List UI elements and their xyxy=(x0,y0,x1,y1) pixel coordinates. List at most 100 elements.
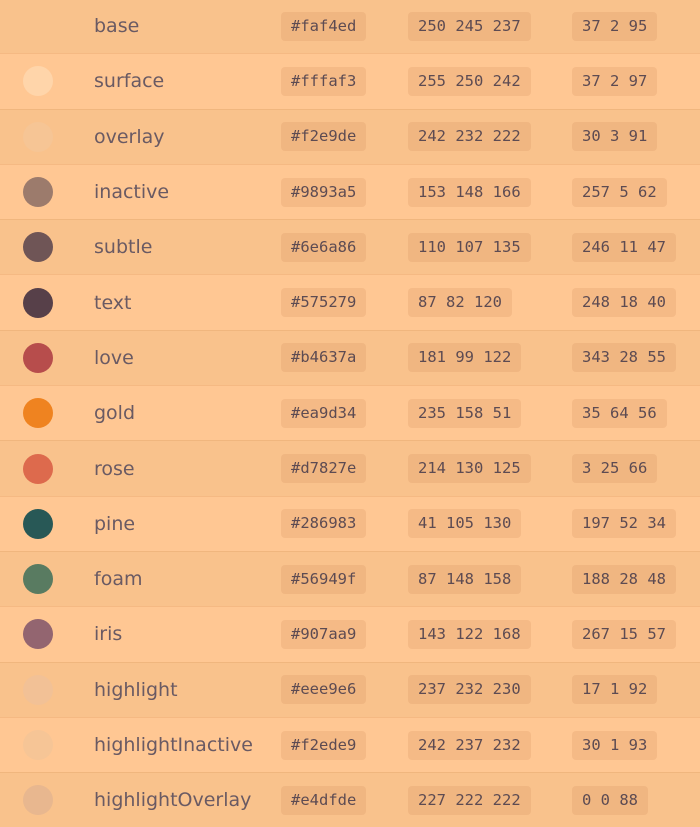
color-name: text xyxy=(94,291,132,314)
rgb-code: 87 82 120 xyxy=(408,288,512,318)
rgb-code: 110 107 135 xyxy=(408,232,531,262)
hsl-code: 246 11 47 xyxy=(572,232,676,262)
rgb-code: 227 222 222 xyxy=(408,785,531,815)
color-name: inactive xyxy=(94,181,170,204)
swatch-cell xyxy=(1,165,73,219)
swatch-cell xyxy=(1,275,73,329)
swatch-cell xyxy=(1,220,73,274)
rgb-code: 181 99 122 xyxy=(408,343,522,373)
hex-code: #6e6a86 xyxy=(281,232,367,262)
swatch-cell xyxy=(1,386,73,440)
color-swatch xyxy=(23,232,53,263)
swatch-cell xyxy=(1,663,73,717)
hsl-code: 30 1 93 xyxy=(572,730,658,760)
hex-code: #286983 xyxy=(281,509,367,539)
table-row: highlight #eee9e6 237 232 230 17 1 92 xyxy=(0,661,700,717)
table-row: rose #d7827e 214 130 125 3 25 66 xyxy=(0,440,700,496)
color-name: pine xyxy=(94,512,136,535)
color-swatch xyxy=(23,66,53,97)
swatch-cell xyxy=(1,441,73,495)
hsl-code: 0 0 88 xyxy=(572,785,648,815)
hsl-code: 188 28 48 xyxy=(572,564,676,594)
hsl-code: 37 2 97 xyxy=(572,66,658,96)
rgb-code: 242 237 232 xyxy=(408,730,531,760)
color-name: surface xyxy=(94,70,165,93)
rgb-code: 242 232 222 xyxy=(408,122,531,152)
hsl-code: 37 2 95 xyxy=(572,11,658,41)
color-name: highlightOverlay xyxy=(94,789,252,812)
hex-code: #eee9e6 xyxy=(281,675,367,705)
hex-code: #9893a5 xyxy=(281,177,367,207)
color-name: overlay xyxy=(94,125,165,148)
rgb-code: 214 130 125 xyxy=(408,454,531,484)
swatch-cell xyxy=(1,552,73,606)
table-row: foam #56949f 87 148 158 188 28 48 xyxy=(0,550,700,607)
color-swatch xyxy=(23,508,53,539)
hsl-code: 17 1 92 xyxy=(572,675,658,705)
hex-code: #907aa9 xyxy=(281,619,367,649)
rgb-code: 153 148 166 xyxy=(408,177,531,207)
color-name: base xyxy=(94,15,140,38)
swatch-cell xyxy=(1,497,73,551)
color-swatch xyxy=(23,564,53,595)
palette-table: base #faf4ed 250 245 237 37 2 95 surface… xyxy=(0,0,700,827)
color-name: subtle xyxy=(94,236,153,259)
rgb-code: 87 148 158 xyxy=(408,564,522,594)
color-name: rose xyxy=(94,457,135,480)
table-row: iris #907aa9 143 122 168 267 15 57 xyxy=(0,606,700,662)
table-row: pine #286983 41 105 130 197 52 34 xyxy=(0,495,700,551)
rgb-code: 237 232 230 xyxy=(408,675,531,705)
table-row: base #faf4ed 250 245 237 37 2 95 xyxy=(0,0,700,54)
hex-code: #56949f xyxy=(281,564,367,594)
color-swatch xyxy=(23,453,53,484)
table-row: text #575279 87 82 120 248 18 40 xyxy=(0,274,700,330)
hex-code: #e4dfde xyxy=(281,785,367,815)
table-row: gold #ea9d34 235 158 51 35 64 56 xyxy=(0,385,700,441)
color-name: love xyxy=(94,346,134,369)
hsl-code: 343 28 55 xyxy=(572,343,676,373)
hex-code: #f2e9de xyxy=(281,122,367,152)
hsl-code: 3 25 66 xyxy=(572,454,658,484)
swatch-cell xyxy=(1,0,73,53)
hsl-code: 267 15 57 xyxy=(572,619,676,649)
hsl-code: 257 5 62 xyxy=(572,177,667,207)
swatch-cell xyxy=(1,110,73,164)
rgb-code: 235 158 51 xyxy=(408,398,522,428)
color-name: gold xyxy=(94,402,136,425)
hex-code: #b4637a xyxy=(281,343,367,373)
swatch-cell xyxy=(1,718,73,772)
swatch-cell xyxy=(1,54,73,108)
color-swatch xyxy=(23,730,53,760)
table-row: subtle #6e6a86 110 107 135 246 11 47 xyxy=(0,219,700,275)
rgb-code: 255 250 242 xyxy=(408,66,531,96)
hsl-code: 248 18 40 xyxy=(572,288,676,318)
rgb-code: 143 122 168 xyxy=(408,619,531,649)
swatch-cell xyxy=(1,773,73,827)
table-row: inactive #9893a5 153 148 166 257 5 62 xyxy=(0,163,700,220)
table-row: love #b4637a 181 99 122 343 28 55 xyxy=(0,329,700,386)
color-swatch xyxy=(23,342,53,373)
hsl-code: 197 52 34 xyxy=(572,509,676,539)
color-name: highlightInactive xyxy=(94,734,253,756)
hsl-code: 35 64 56 xyxy=(572,398,667,428)
color-swatch xyxy=(23,177,53,208)
hex-code: #ea9d34 xyxy=(281,398,367,428)
swatch-cell xyxy=(1,607,73,661)
table-row: highlightInactive #f2ede9 242 237 232 30… xyxy=(0,716,700,773)
rgb-code: 41 105 130 xyxy=(408,509,522,539)
hex-code: #faf4ed xyxy=(281,11,367,41)
color-swatch xyxy=(23,785,53,816)
color-swatch xyxy=(23,674,53,705)
swatch-cell xyxy=(1,331,73,385)
color-name: foam xyxy=(94,568,143,591)
color-swatch xyxy=(23,287,53,318)
hsl-code: 30 3 91 xyxy=(572,122,658,152)
table-row: highlightOverlay #e4dfde 227 222 222 0 0… xyxy=(0,772,700,827)
hex-code: #d7827e xyxy=(281,454,367,484)
rgb-code: 250 245 237 xyxy=(408,11,531,41)
table-row: surface #fffaf3 255 250 242 37 2 97 xyxy=(0,53,700,109)
table-row: overlay #f2e9de 242 232 222 30 3 91 xyxy=(0,108,700,164)
color-swatch xyxy=(23,121,53,152)
color-swatch xyxy=(23,619,53,650)
hex-code: #fffaf3 xyxy=(281,66,367,96)
